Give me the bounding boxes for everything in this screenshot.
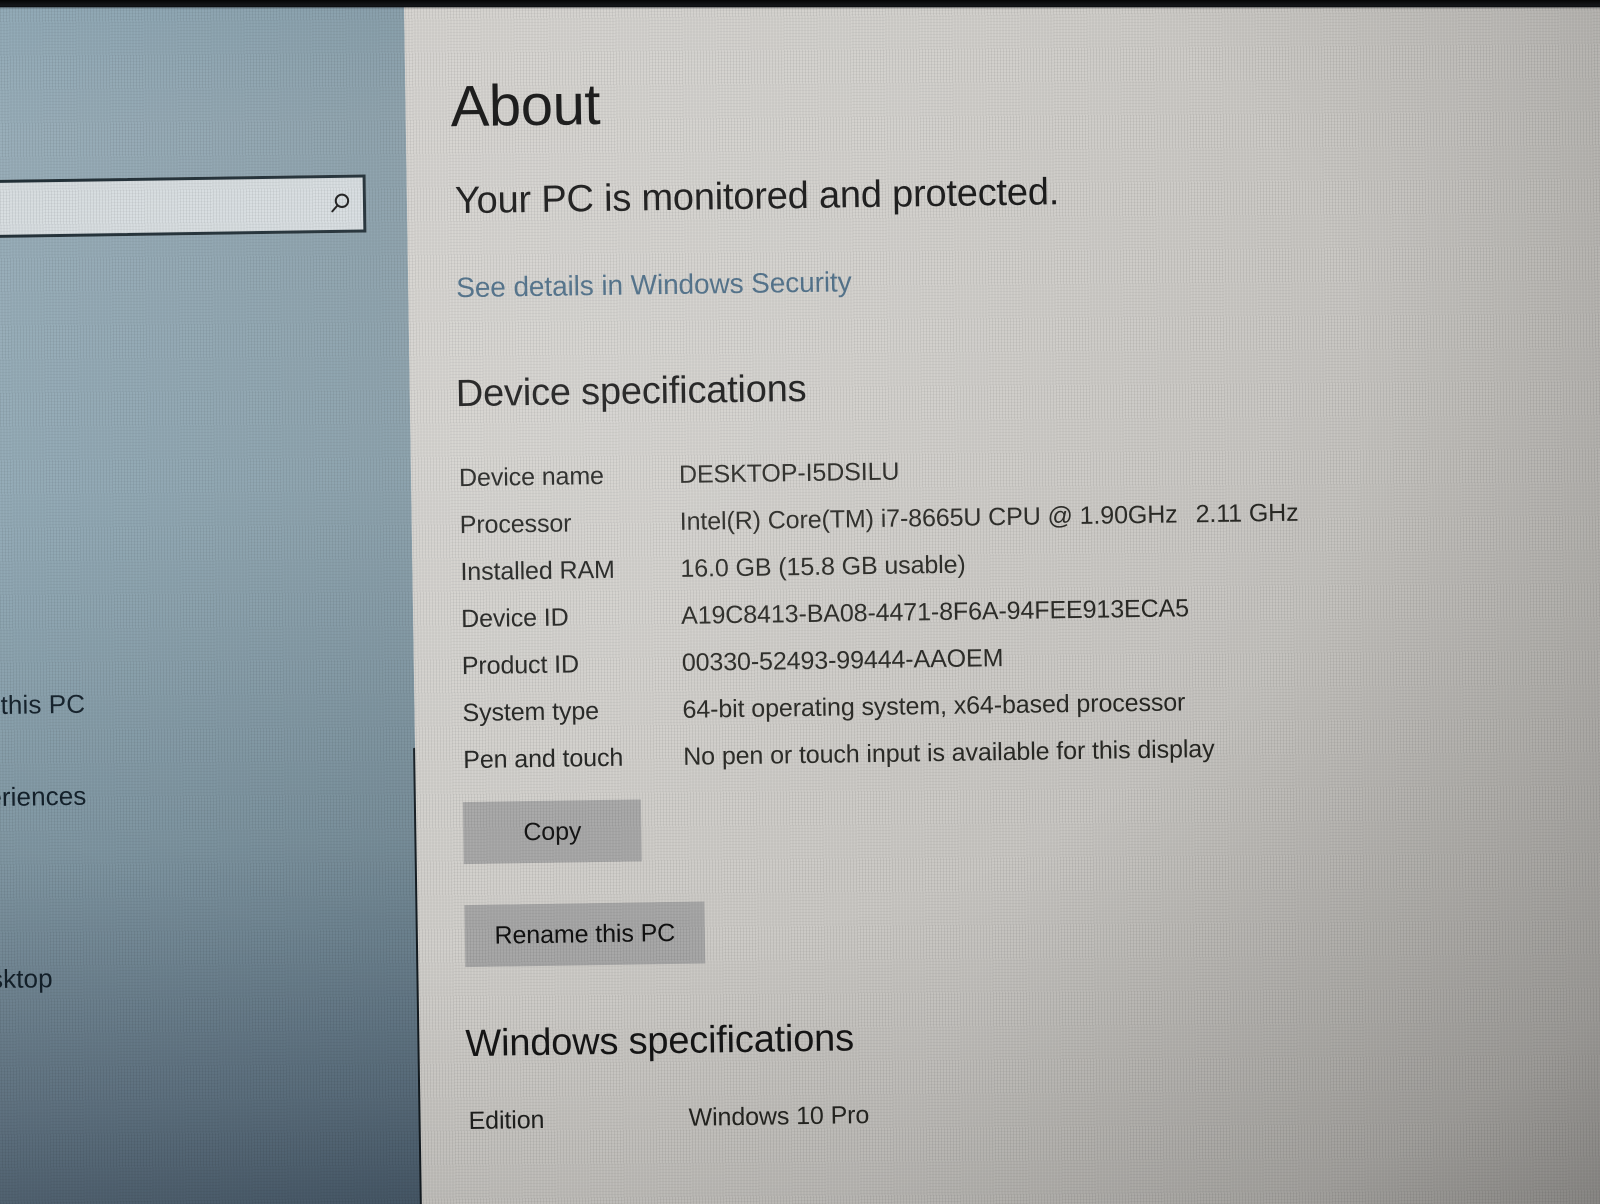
sidebar-item-remote-desktop[interactable]: esktop (0, 958, 376, 995)
spec-row-system-type: System type 64-bit operating system, x64… (414, 682, 1600, 727)
spec-label: Device name (458, 461, 605, 493)
spec-label: Product ID (461, 650, 580, 681)
spec-label: Installed RAM (460, 555, 615, 587)
sidebar-item-label: esktop (0, 963, 53, 995)
laptop-screen-photo: ng to this PC periences esktop About You… (0, 0, 1600, 1204)
spec-label: System type (462, 697, 600, 728)
sidebar-item-label: periences (0, 780, 87, 813)
spec-label: Device ID (460, 603, 569, 634)
spec-value: A19C8413-BA08-4471-8F6A-94FEE913ECA5 (680, 594, 1190, 630)
spec-value-main: Intel(R) Core(TM) i7-8665U CPU @ 1.90GHz (679, 500, 1178, 536)
spec-label: Edition (468, 1105, 545, 1136)
spec-value: 16.0 GB (15.8 GB usable) (680, 550, 966, 583)
spec-row-installed-ram: Installed RAM 16.0 GB (15.8 GB usable) (412, 541, 1600, 586)
settings-window: ng to this PC periences esktop About You… (0, 0, 1600, 1204)
spec-value: No pen or touch input is available for t… (683, 734, 1215, 771)
spec-row-edition: Edition Windows 10 Pro (420, 1090, 1600, 1135)
spec-row-pen-and-touch: Pen and touch No pen or touch input is a… (415, 729, 1600, 774)
spec-label: Pen and touch (463, 743, 624, 775)
settings-nav-pane: ng to this PC periences esktop (0, 0, 428, 1204)
sidebar-item-shared-experiences[interactable]: periences (0, 776, 373, 813)
sidebar-item-label: to this PC (0, 688, 86, 721)
spec-row-device-name: Device name DESKTOP-I5DSILU (411, 447, 1600, 493)
spec-row-device-id: Device ID A19C8413-BA08-4471-8F6A-94FEE9… (413, 588, 1600, 633)
about-content-pane: About Your PC is monitored and protected… (403, 0, 1600, 1204)
sidebar-item-projecting-to-this-pc[interactable]: to this PC (0, 684, 372, 721)
spec-value: 00330-52493-99444-AAOEM (681, 644, 1004, 677)
search-input[interactable] (0, 191, 318, 224)
page-title: About (450, 71, 601, 140)
sidebar-item-multitasking[interactable]: ng (0, 593, 370, 630)
device-specifications-heading: Device specifications (455, 367, 807, 416)
copy-button[interactable]: Copy (462, 799, 642, 865)
spec-row-product-id: Product ID 00330-52493-99444-AAOEM (414, 635, 1600, 680)
spec-label: Processor (459, 509, 572, 540)
windows-security-link[interactable]: See details in Windows Security (456, 266, 852, 304)
spec-value: 64-bit operating system, x64-based proce… (682, 688, 1186, 724)
spec-value: Windows 10 Pro (688, 1101, 870, 1132)
rename-this-pc-button[interactable]: Rename this PC (464, 901, 706, 968)
protection-status-headline: Your PC is monitored and protected. (454, 171, 1060, 223)
search-icon[interactable] (317, 191, 363, 218)
spec-value: Intel(R) Core(TM) i7-8665U CPU @ 1.90GHz… (680, 499, 1299, 537)
windows-specifications-heading: Windows specifications (465, 1017, 855, 1066)
spec-value: DESKTOP-I5DSILU (678, 457, 900, 489)
search-box[interactable] (0, 174, 367, 240)
spec-value-clock: 2.11 GHz (1195, 498, 1299, 529)
spec-row-processor: Processor Intel(R) Core(TM) i7-8665U CPU… (412, 494, 1600, 539)
